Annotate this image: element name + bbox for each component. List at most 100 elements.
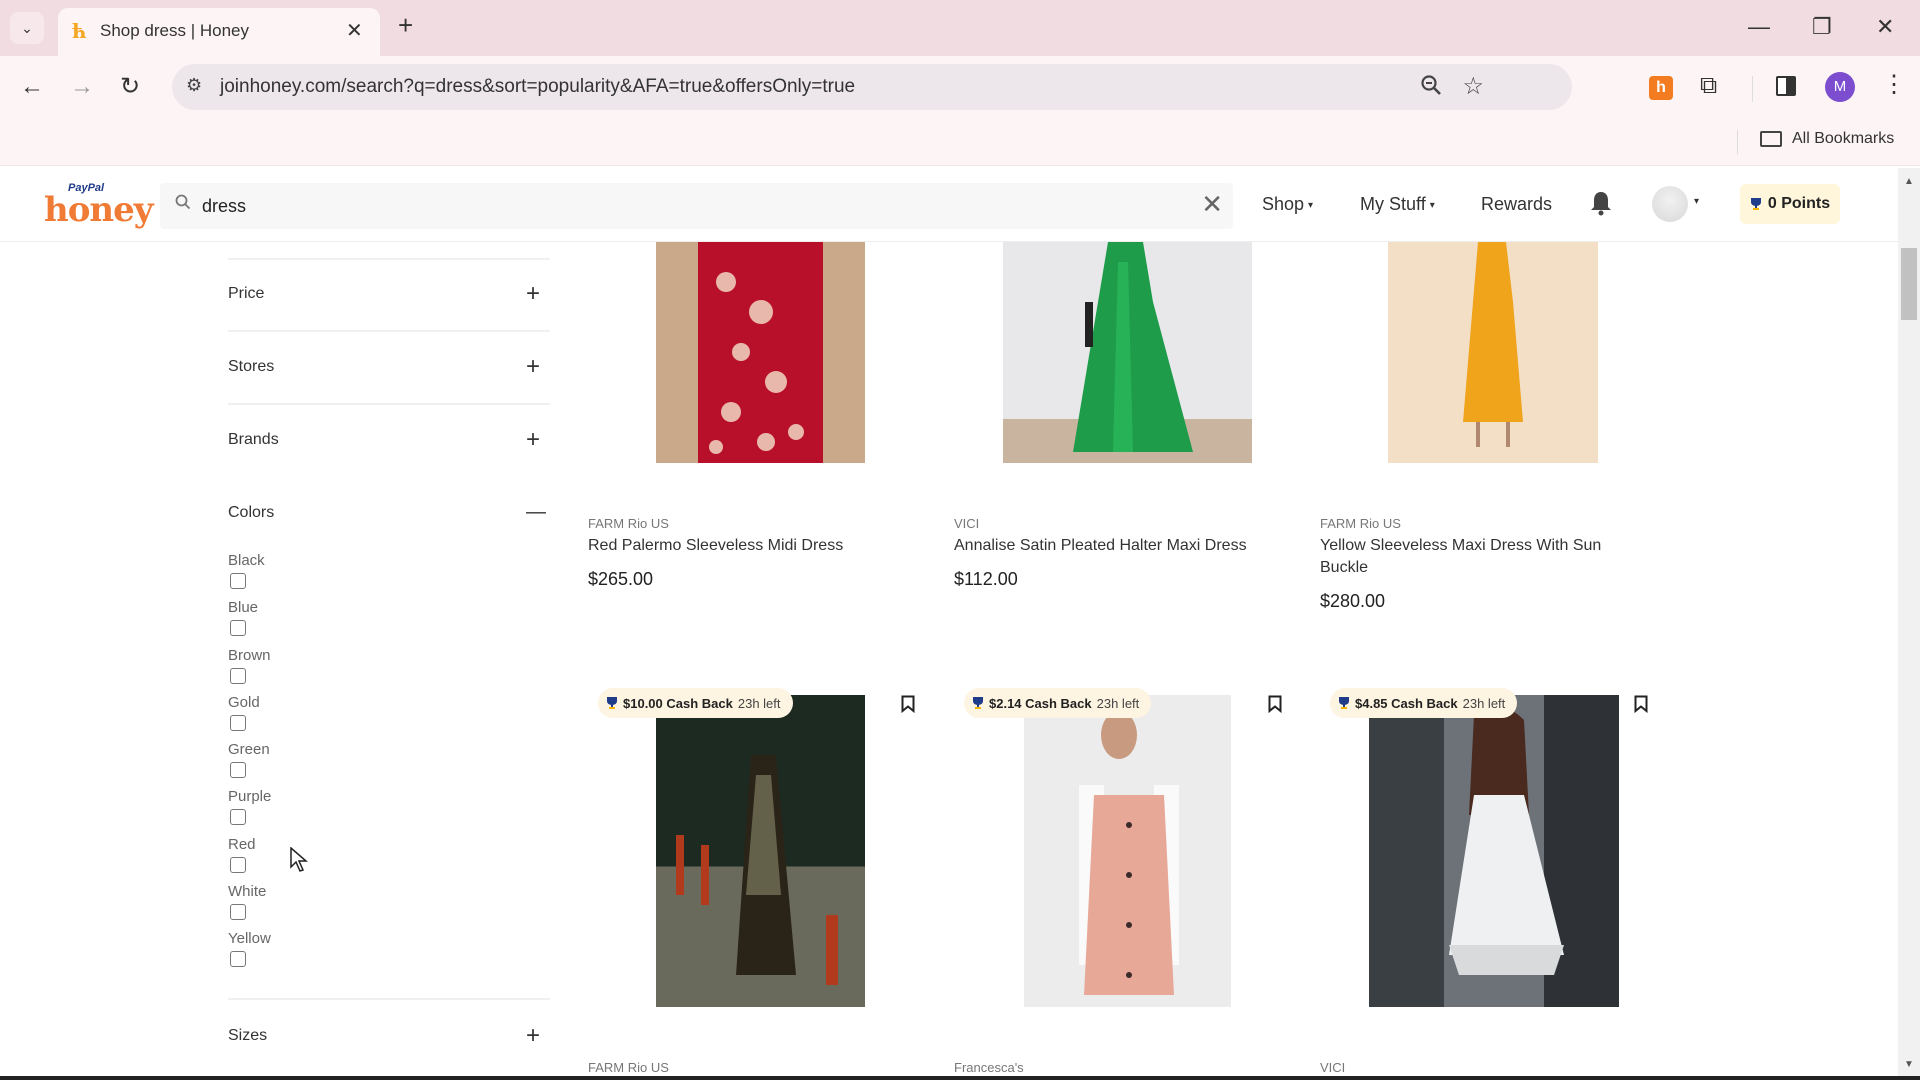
- address-bar[interactable]: ⚙ joinhoney.com/search?q=dress&sort=popu…: [172, 64, 1572, 110]
- search-bar: ✕: [160, 183, 1233, 229]
- product-brand: Francesca's: [954, 1060, 1024, 1075]
- bookmarks-divider: [1737, 130, 1738, 154]
- back-icon[interactable]: ←: [20, 72, 44, 102]
- clear-search-icon[interactable]: ✕: [1201, 189, 1223, 220]
- product-name[interactable]: Yellow Sleeveless Maxi Dress With Sun Bu…: [1320, 535, 1620, 579]
- color-label: Black: [228, 552, 265, 569]
- color-checkbox[interactable]: [230, 809, 246, 825]
- browser-menu-icon[interactable]: ⋮: [1882, 70, 1906, 99]
- browser-tab-active[interactable]: ћ Shop dress | Honey ✕: [58, 8, 380, 56]
- color-checkbox[interactable]: [230, 951, 246, 967]
- plus-icon[interactable]: +: [526, 355, 540, 379]
- product-image[interactable]: [656, 242, 865, 463]
- honey-extension-icon[interactable]: h: [1649, 76, 1673, 100]
- zoom-icon[interactable]: [1420, 74, 1442, 102]
- extensions-puzzle-icon[interactable]: ⧉: [1700, 72, 1717, 100]
- filter-divider: [228, 258, 550, 260]
- bookmarks-bar: All Bookmarks: [0, 120, 1920, 166]
- all-bookmarks-label: All Bookmarks: [1792, 130, 1895, 147]
- cashback-badge: $4.85 Cash Back 23h left: [1330, 688, 1518, 718]
- all-bookmarks-button[interactable]: All Bookmarks: [1760, 130, 1894, 148]
- search-input[interactable]: [202, 191, 1102, 221]
- color-checkbox[interactable]: [230, 668, 246, 684]
- close-window-icon[interactable]: ✕: [1876, 12, 1894, 42]
- color-checkbox[interactable]: [230, 715, 246, 731]
- caret-down-icon[interactable]: ▾: [1694, 196, 1699, 207]
- honey-favicon-icon: ћ: [72, 19, 87, 43]
- notifications-bell-icon[interactable]: [1590, 190, 1612, 216]
- bookmark-star-icon[interactable]: ☆: [1462, 72, 1484, 101]
- product-brand: FARM Rio US: [1320, 516, 1401, 531]
- product-brand: VICI: [1320, 1060, 1346, 1075]
- plus-icon[interactable]: +: [526, 282, 540, 306]
- cashback-amount: $4.85 Cash Back: [1355, 695, 1458, 711]
- site-info-icon[interactable]: ⚙: [186, 75, 202, 96]
- color-checkbox[interactable]: [230, 620, 246, 636]
- nav-shop-label: Shop: [1262, 194, 1305, 214]
- filter-title: Stores: [228, 358, 275, 375]
- color-label: Purple: [228, 788, 272, 805]
- restore-window-icon[interactable]: ❐: [1812, 12, 1832, 42]
- scroll-down-arrow-icon[interactable]: ▼: [1904, 1059, 1914, 1070]
- product-brand: FARM Rio US: [588, 1060, 669, 1075]
- scrollbar-thumb[interactable]: [1901, 248, 1917, 320]
- product-price: $265.00: [588, 569, 654, 589]
- tab-close-icon[interactable]: ✕: [346, 18, 363, 43]
- new-tab-button[interactable]: +: [398, 12, 413, 38]
- user-avatar[interactable]: [1652, 186, 1688, 222]
- product-brand: FARM Rio US: [588, 516, 669, 531]
- side-panel-icon[interactable]: [1776, 76, 1796, 96]
- nav-my-stuff-label: My Stuff: [1360, 194, 1426, 214]
- color-checkbox[interactable]: [230, 857, 246, 873]
- site-header: PayPal honey ✕ Shop▾ My Stuff▾ Rewards ▾…: [0, 168, 1898, 242]
- reload-icon[interactable]: ↻: [120, 72, 140, 102]
- product-name[interactable]: Annalise Satin Pleated Halter Maxi Dress: [954, 535, 1254, 557]
- nav-my-stuff[interactable]: My Stuff ▾: [1360, 194, 1435, 215]
- url-text[interactable]: joinhoney.com/search?q=dress&sort=popula…: [220, 76, 855, 98]
- product-image[interactable]: [1003, 242, 1252, 463]
- plus-icon[interactable]: +: [526, 1024, 540, 1048]
- nav-rewards[interactable]: Rewards: [1481, 194, 1552, 215]
- search-icon: [175, 194, 191, 215]
- plus-icon[interactable]: +: [526, 428, 540, 452]
- honey-logo[interactable]: PayPal honey: [44, 182, 154, 230]
- trophy-icon: [606, 696, 618, 710]
- filter-divider: [228, 998, 550, 1000]
- save-bookmark-icon[interactable]: [901, 695, 915, 714]
- minimize-window-icon[interactable]: —: [1748, 12, 1770, 42]
- cashback-badge: $2.14 Cash Back 23h left: [964, 688, 1152, 718]
- page-scrollbar[interactable]: ▲ ▼: [1898, 168, 1920, 1076]
- product-price: $112.00: [954, 569, 1018, 589]
- forward-icon[interactable]: →: [70, 72, 94, 102]
- product-image[interactable]: [1388, 242, 1598, 463]
- color-checkbox[interactable]: [230, 762, 246, 778]
- product-brand: VICI: [954, 516, 980, 531]
- product-image[interactable]: [656, 695, 865, 1007]
- chevron-down-icon: ⌄: [21, 19, 33, 36]
- save-bookmark-icon[interactable]: [1634, 695, 1648, 714]
- caret-down-icon: ▾: [1429, 199, 1435, 211]
- minus-icon[interactable]: —: [526, 500, 546, 524]
- product-name[interactable]: Red Palermo Sleeveless Midi Dress: [588, 535, 888, 557]
- product-image[interactable]: [1024, 695, 1231, 1007]
- color-label: Gold: [228, 694, 260, 711]
- filter-title: Colors: [228, 504, 275, 521]
- cashback-amount: $2.14 Cash Back: [989, 695, 1092, 711]
- scroll-up-arrow-icon[interactable]: ▲: [1904, 176, 1914, 187]
- caret-down-icon: ▾: [1308, 199, 1314, 211]
- product-image[interactable]: [1369, 695, 1619, 1007]
- color-label: White: [228, 883, 267, 900]
- tab-title: Shop dress | Honey: [100, 21, 249, 40]
- color-checkbox[interactable]: [230, 904, 246, 920]
- save-bookmark-icon[interactable]: [1268, 695, 1282, 714]
- tab-search-dropdown[interactable]: ⌄: [10, 12, 44, 44]
- bottom-edge-bar: [0, 1076, 1920, 1080]
- profile-avatar[interactable]: M: [1825, 72, 1855, 102]
- color-checkbox[interactable]: [230, 573, 246, 589]
- cashback-badge: $10.00 Cash Back 23h left: [598, 688, 793, 718]
- cashback-time-left: 23h left: [737, 695, 781, 711]
- points-badge[interactable]: 0 Points: [1740, 184, 1840, 224]
- toolbar-divider: [1752, 76, 1753, 102]
- nav-shop[interactable]: Shop ▾: [1262, 194, 1313, 215]
- color-label: Green: [228, 741, 270, 758]
